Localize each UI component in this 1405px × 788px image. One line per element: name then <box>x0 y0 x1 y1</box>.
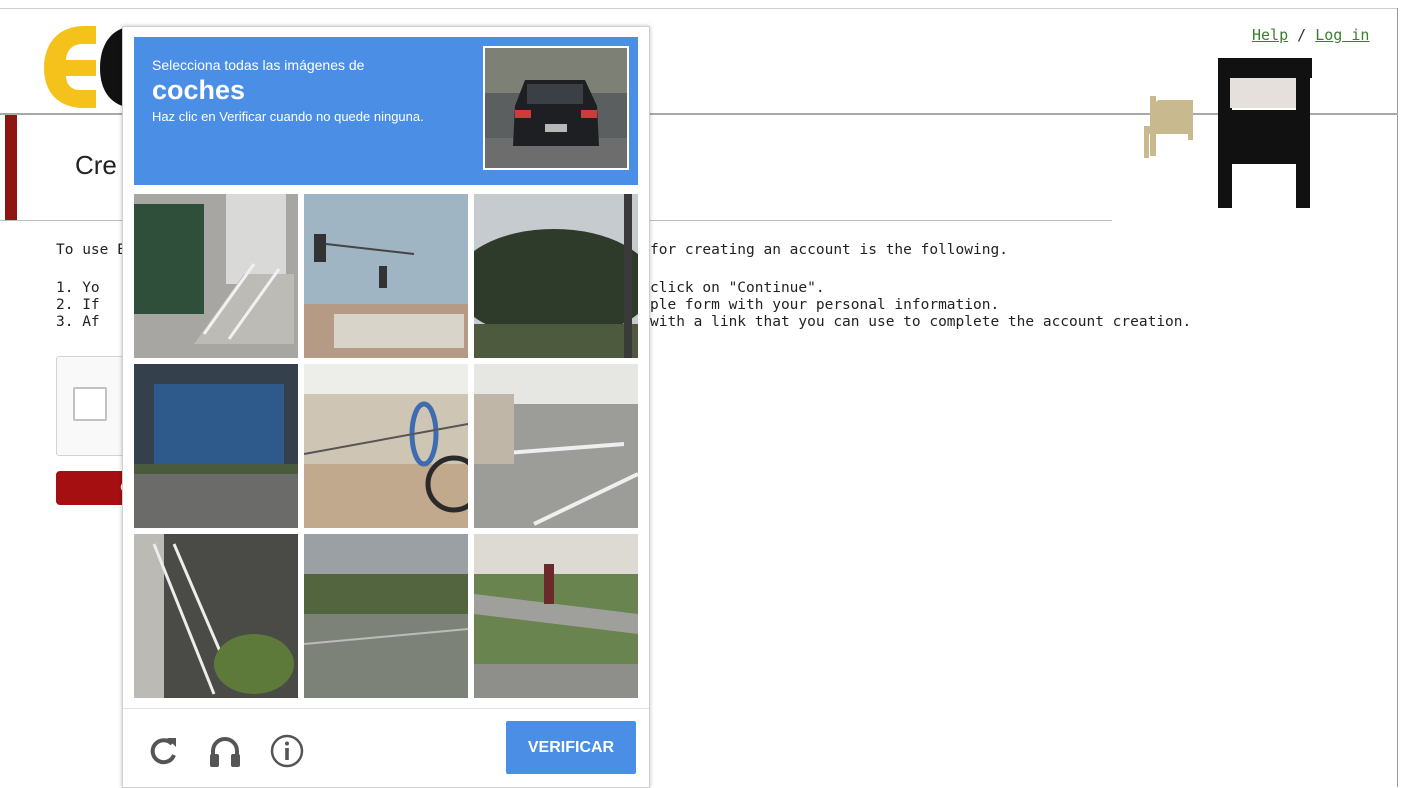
captcha-tile[interactable] <box>474 364 638 528</box>
step-item: 3. Af <box>56 314 100 330</box>
title-accent-bar <box>5 115 17 220</box>
sample-car-illustration <box>485 48 627 168</box>
steps-list-right: click on "Continue". ple form with your … <box>650 280 1191 331</box>
step-item: with a link that you can use to complete… <box>650 314 1192 330</box>
verify-button[interactable]: VERIFICAR <box>506 721 636 774</box>
help-link[interactable]: Help <box>1252 26 1288 44</box>
captcha-tile[interactable] <box>304 534 468 698</box>
captcha-tile[interactable] <box>134 194 298 358</box>
steps-list-left: 1. Yo 2. If 3. Af <box>56 280 100 331</box>
captcha-challenge-popup: Selecciona todas las imágenes de coches … <box>122 26 650 788</box>
step-item: 1. Yo <box>56 280 100 296</box>
captcha-target-word: coches <box>152 75 246 105</box>
page-frame-right <box>1397 8 1398 787</box>
reload-icon[interactable] <box>145 733 181 769</box>
captcha-footer-divider <box>123 708 649 709</box>
captcha-sample-image <box>483 46 629 170</box>
login-link[interactable]: Log in <box>1315 26 1369 44</box>
captcha-tile[interactable] <box>134 364 298 528</box>
headphones-icon[interactable] <box>207 733 243 769</box>
page-title: Cre <box>75 150 117 180</box>
captcha-tile[interactable] <box>304 194 468 358</box>
step-item: ple form with your personal information. <box>650 297 1000 313</box>
intro-text-left: To use E <box>56 242 126 258</box>
captcha-subinstruction: Haz clic en Verificar cuando no quede ni… <box>152 109 424 124</box>
info-icon[interactable] <box>269 733 305 769</box>
links-separator: / <box>1288 26 1316 44</box>
captcha-tile[interactable] <box>474 194 638 358</box>
intro-text-right: for creating an account is the following… <box>650 242 1008 258</box>
captcha-instruction: Selecciona todas las imágenes de <box>152 57 365 73</box>
step-item: click on "Continue". <box>650 280 825 296</box>
captcha-tile[interactable] <box>134 534 298 698</box>
chairs-illustration <box>1144 58 1312 208</box>
step-item: 2. If <box>56 297 100 313</box>
captcha-tile[interactable] <box>304 364 468 528</box>
captcha-header: Selecciona todas las imágenes de coches … <box>134 37 638 185</box>
recaptcha-checkbox[interactable] <box>73 387 107 421</box>
top-links: Help / Log in <box>1252 26 1369 44</box>
captcha-image-grid <box>134 194 638 698</box>
captcha-tile[interactable] <box>474 534 638 698</box>
page-frame-top <box>0 8 1398 9</box>
